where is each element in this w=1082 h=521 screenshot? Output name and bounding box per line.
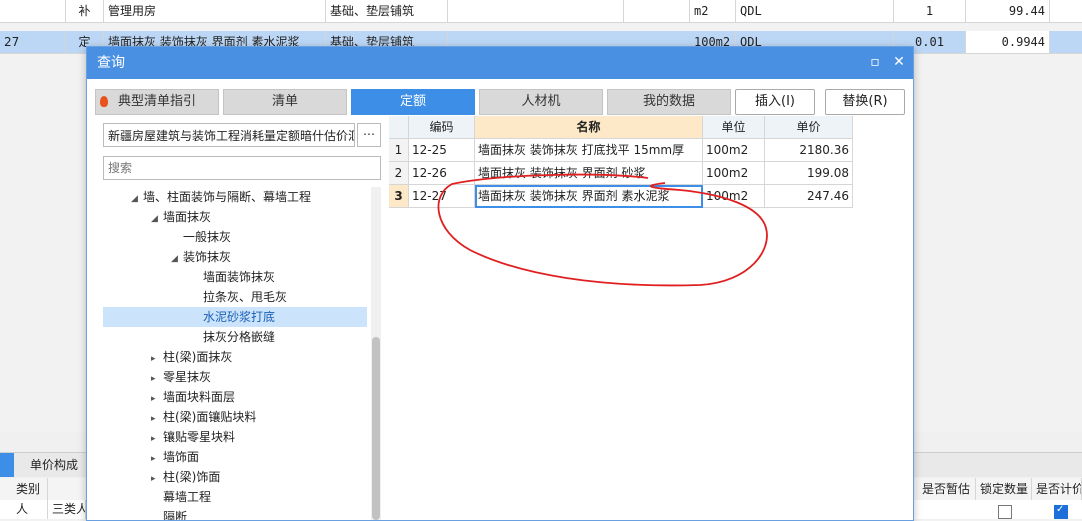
tree-node-label: 拉条灰、甩毛灰 bbox=[203, 290, 288, 304]
tree-node[interactable]: 隔断 bbox=[103, 507, 367, 520]
query-dialog: 查询 ▫ ✕ 典型清单指引 清单 定额 人材机 我的数据 插入(I) 替换(R)… bbox=[86, 46, 914, 521]
tab-quota[interactable]: 定额 bbox=[351, 89, 475, 115]
tab-typical-list[interactable]: 典型清单指引 bbox=[95, 89, 219, 115]
tree-node[interactable]: ▸ 零星抹灰 bbox=[103, 367, 367, 387]
col-price[interactable]: 单价 bbox=[765, 116, 853, 139]
expanded-arrow-icon[interactable]: ◢ bbox=[171, 249, 183, 269]
collapsed-arrow-icon[interactable]: ▸ bbox=[151, 449, 163, 469]
tree-node[interactable]: 墙面装饰抹灰 bbox=[103, 267, 367, 287]
collapsed-arrow-icon[interactable]: ▸ bbox=[151, 429, 163, 449]
tree-node-label: 墙面块料面层 bbox=[163, 390, 236, 404]
tree-node[interactable]: ▸ 墙饰面 bbox=[103, 447, 367, 467]
tree-node-label: 墙面抹灰 bbox=[163, 210, 212, 224]
tree-node-label: 零星抹灰 bbox=[163, 370, 212, 384]
tree-node-label: 装饰抹灰 bbox=[183, 250, 232, 264]
quota-tree: ◢ 墙、柱面装饰与隔断、幕墙工程 ◢ 墙面抹灰 一般抹灰 ◢ 装饰抹灰 墙面装饰抹灰 拉条灰、甩… bbox=[103, 187, 367, 520]
tree-node[interactable]: ◢ 墙、柱面装饰与隔断、幕墙工程 bbox=[103, 187, 367, 207]
left-panel: 新疆房屋建筑与装饰工程消耗量定额暗什估价汇 ⋯ ◢墙、柱面装饰与隔断、幕墙工程◢… bbox=[95, 123, 383, 520]
tree-node-label: 墙面装饰抹灰 bbox=[203, 270, 276, 284]
insert-button[interactable]: 插入(I) bbox=[735, 89, 815, 115]
more-icon[interactable]: ⋯ bbox=[357, 123, 381, 147]
collapsed-arrow-icon[interactable]: ▸ bbox=[151, 349, 163, 369]
tree-node-label: 抹灰分格嵌缝 bbox=[203, 330, 276, 344]
tree-node[interactable]: ◢ 装饰抹灰 bbox=[103, 247, 367, 267]
tree-scrollbar[interactable] bbox=[371, 187, 381, 520]
col-name[interactable]: 名称 bbox=[475, 116, 703, 139]
tree-node[interactable]: 幕墙工程 bbox=[103, 487, 367, 507]
tree-node[interactable]: ▸ 墙面块料面层 bbox=[103, 387, 367, 407]
tree-node[interactable]: ▸ 柱(梁)面抹灰 bbox=[103, 347, 367, 367]
collapsed-arrow-icon[interactable]: ▸ bbox=[151, 409, 163, 429]
tab-list[interactable]: 清单 bbox=[223, 89, 347, 115]
tab-unit-price[interactable]: 单价构成 bbox=[22, 453, 86, 477]
close-icon[interactable]: ✕ bbox=[891, 54, 907, 70]
tree-node-label: 柱(梁)面抹灰 bbox=[163, 350, 233, 364]
col-code[interactable]: 编码 bbox=[409, 116, 475, 139]
tree-node-label: 幕墙工程 bbox=[163, 490, 212, 504]
tree-node[interactable]: 水泥砂浆打底 bbox=[103, 307, 367, 327]
priced-checkbox[interactable] bbox=[1054, 504, 1068, 519]
tab-bar: 典型清单指引 清单 定额 人材机 我的数据 插入(I) 替换(R) bbox=[95, 89, 905, 115]
tree-node[interactable]: ▸ 镶贴零星块料 bbox=[103, 427, 367, 447]
tree-node[interactable]: 拉条灰、甩毛灰 bbox=[103, 287, 367, 307]
tree-node[interactable]: 一般抹灰 bbox=[103, 227, 367, 247]
expanded-arrow-icon[interactable]: ◢ bbox=[131, 189, 143, 209]
collapsed-arrow-icon[interactable]: ▸ bbox=[151, 469, 163, 489]
maximize-icon[interactable]: ▫ bbox=[867, 54, 883, 70]
selected-cell[interactable]: 墙面抹灰 装饰抹灰 界面剂 素水泥浆 bbox=[475, 185, 703, 208]
tree-node[interactable]: ▸ 柱(梁)饰面 bbox=[103, 467, 367, 487]
tree-node-label: 水泥砂浆打底 bbox=[203, 310, 276, 324]
dialog-title: 查询 bbox=[97, 55, 125, 71]
tab-labor-material[interactable]: 人材机 bbox=[479, 89, 603, 115]
tab-my-data[interactable]: 我的数据 bbox=[607, 89, 731, 115]
tree-node-label: 墙、柱面装饰与隔断、幕墙工程 bbox=[143, 190, 312, 204]
tree-node-label: 柱(梁)面镶贴块料 bbox=[163, 410, 257, 424]
scroll-thumb[interactable] bbox=[372, 337, 380, 520]
fire-icon bbox=[100, 96, 108, 107]
search-input[interactable] bbox=[103, 156, 381, 180]
col-unit[interactable]: 单位 bbox=[703, 116, 765, 139]
tree-node[interactable]: 抹灰分格嵌缝 bbox=[103, 327, 367, 347]
lock-qty-checkbox[interactable] bbox=[998, 505, 1012, 519]
tree-node-label: 柱(梁)饰面 bbox=[163, 470, 221, 484]
collapsed-arrow-icon[interactable]: ▸ bbox=[151, 389, 163, 409]
tree-node[interactable]: ▸ 柱(梁)面镶贴块料 bbox=[103, 407, 367, 427]
library-select[interactable]: 新疆房屋建筑与装饰工程消耗量定额暗什估价汇 bbox=[103, 123, 355, 147]
expanded-arrow-icon[interactable]: ◢ bbox=[151, 209, 163, 229]
tree-node[interactable]: ◢ 墙面抹灰 bbox=[103, 207, 367, 227]
tree-node-label: 一般抹灰 bbox=[183, 230, 232, 244]
dialog-titlebar[interactable]: 查询 ▫ ✕ bbox=[87, 47, 913, 79]
tree-node-label: 墙饰面 bbox=[163, 450, 200, 464]
table-row[interactable]: 补 管理用房 基础、垫层铺筑 m2 QDL 1 99.44 bbox=[0, 0, 1082, 23]
collapsed-arrow-icon[interactable]: ▸ bbox=[151, 369, 163, 389]
replace-button[interactable]: 替换(R) bbox=[825, 89, 905, 115]
tree-node-label: 镶贴零星块料 bbox=[163, 430, 236, 444]
